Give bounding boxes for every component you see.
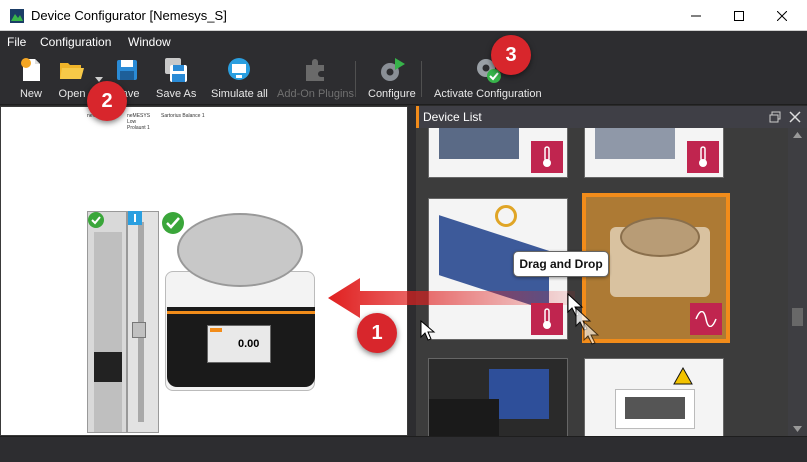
device-list-scrollbar[interactable] <box>788 128 807 436</box>
canvas-label: Sartorius Balance 1 <box>161 113 205 119</box>
gear-play-icon <box>380 58 405 81</box>
new-button[interactable]: New <box>17 56 45 100</box>
drag-arrow-icon <box>328 278 575 318</box>
device-list-title: Device List <box>423 110 482 124</box>
scroll-up-icon[interactable] <box>793 132 802 138</box>
toolbar-separator <box>421 61 422 97</box>
status-bar <box>0 436 807 462</box>
configuration-canvas[interactable]: neMESYS neMESYS Low Prolaunt 1 Sartorius… <box>0 106 408 436</box>
drag-and-drop-tooltip: Drag and Drop <box>513 251 609 277</box>
device-card-heater[interactable] <box>584 358 724 436</box>
maximize-button[interactable] <box>716 0 761 31</box>
device-list-panel: Device List <box>416 106 807 436</box>
save-as-button[interactable]: Save As <box>156 56 196 100</box>
canvas-label: Prolaunt 1 <box>127 125 150 131</box>
step-marker-2: 2 <box>87 81 127 121</box>
device-badge <box>690 303 722 335</box>
open-folder-icon <box>60 63 84 79</box>
new-label: New <box>19 88 42 100</box>
menu-bar: File Configuration Window <box>0 31 807 53</box>
device-card-camera[interactable] <box>428 358 568 436</box>
simulate-all-button[interactable]: Simulate all <box>211 56 268 100</box>
menu-configuration[interactable]: Configuration <box>40 35 111 49</box>
configure-button[interactable]: Configure <box>368 56 416 100</box>
close-button[interactable] <box>759 0 804 31</box>
save-icon <box>117 60 137 80</box>
step-marker-3: 3 <box>491 35 531 75</box>
scroll-down-icon[interactable] <box>793 426 802 432</box>
maximize-icon <box>733 10 744 21</box>
configure-label: Configure <box>368 88 416 100</box>
close-icon <box>776 10 787 21</box>
save-as-label: Save As <box>156 88 197 100</box>
check-icon <box>88 212 104 228</box>
app-icon <box>10 9 24 23</box>
menu-file[interactable]: File <box>7 35 26 49</box>
thermometer-icon <box>543 146 551 167</box>
panel-splitter[interactable] <box>408 106 416 436</box>
menu-window[interactable]: Window <box>128 35 171 49</box>
device-card-thermostat[interactable] <box>584 128 724 178</box>
title-bar: Device Configurator [Nemesys_S] <box>0 0 807 31</box>
toolbar-separator <box>355 61 356 97</box>
float-window-icon[interactable] <box>769 111 781 123</box>
device-list-header: Device List <box>416 106 807 128</box>
step-marker-1: 1 <box>357 313 397 353</box>
add-on-plugins-button[interactable]: Add-On Plugins <box>277 56 354 100</box>
simulate-all-label: Simulate all <box>211 88 268 100</box>
sine-wave-icon <box>695 311 717 327</box>
balance-device[interactable]: 0.00 <box>161 211 321 393</box>
window-title: Device Configurator [Nemesys_S] <box>31 8 227 23</box>
pump-module[interactable] <box>87 211 127 433</box>
device-badge <box>687 141 719 173</box>
puzzle-icon <box>305 59 324 81</box>
monitor-icon <box>228 58 251 80</box>
new-icon <box>21 58 40 81</box>
add-on-plugins-label: Add-On Plugins <box>277 88 355 100</box>
activate-configuration-label: Activate Configuration <box>434 88 542 100</box>
open-label: Open <box>58 88 86 100</box>
info-icon <box>128 211 142 225</box>
device-badge <box>531 141 563 173</box>
minimize-icon <box>690 15 701 16</box>
scroll-thumb[interactable] <box>792 308 803 326</box>
close-panel-icon[interactable] <box>789 111 801 123</box>
save-as-icon <box>165 58 188 82</box>
mouse-pointer-icon <box>420 320 436 341</box>
thermometer-icon <box>699 146 707 167</box>
pump-module[interactable] <box>127 211 159 433</box>
device-card-thermostat[interactable] <box>428 128 568 178</box>
open-button[interactable]: Open <box>58 56 86 100</box>
balance-display-value: 0.00 <box>238 338 260 350</box>
minimize-button[interactable] <box>673 0 718 31</box>
warning-icon <box>673 367 693 385</box>
drag-cursor-icon <box>567 292 600 345</box>
